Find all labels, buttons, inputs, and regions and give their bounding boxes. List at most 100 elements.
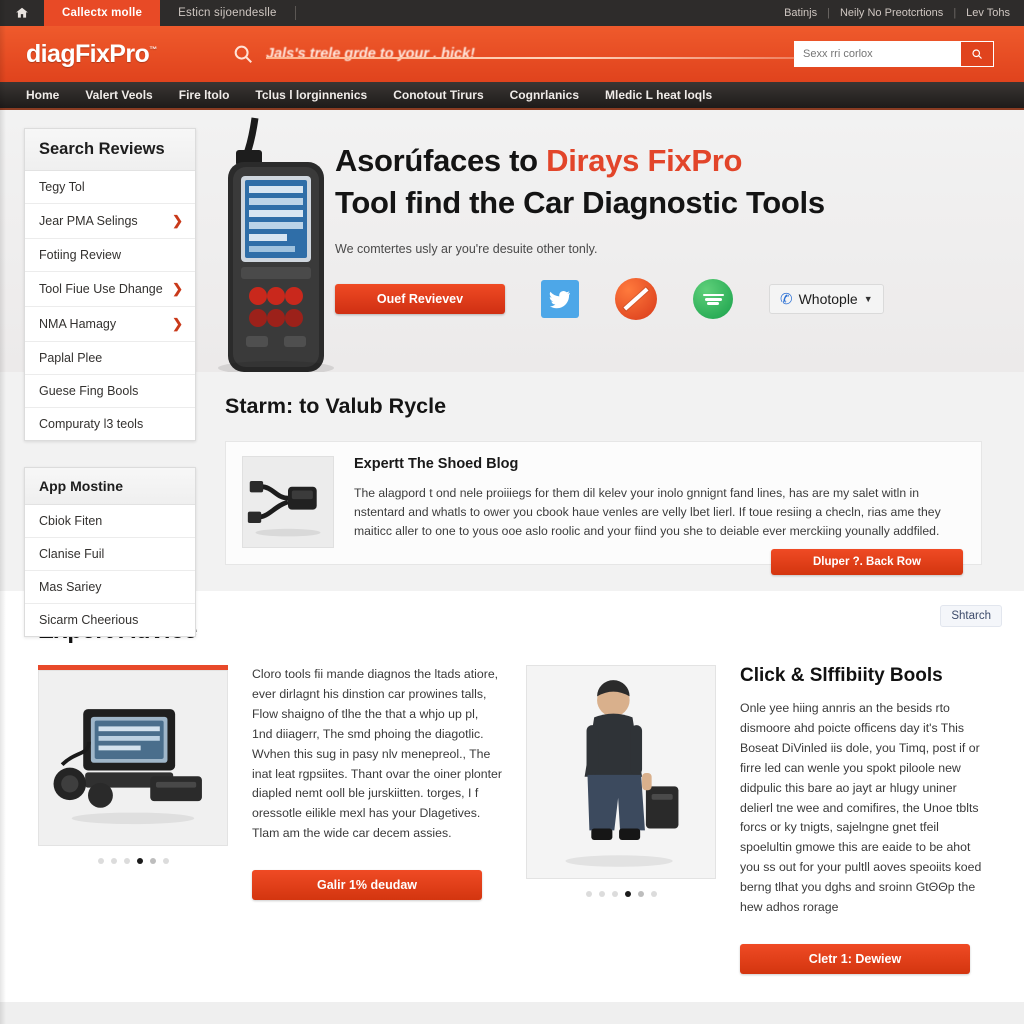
sidebar-item-6[interactable]: Guese Fing Bools bbox=[25, 375, 195, 408]
header-tagline-area: Jals's trele grde to your . hick! bbox=[232, 43, 866, 65]
divider: | bbox=[953, 7, 957, 19]
sidebar-item-2[interactable]: Fotiing Review bbox=[25, 239, 195, 272]
tagline-underline bbox=[266, 57, 866, 59]
search-icon bbox=[234, 45, 252, 63]
carousel-dot-5[interactable] bbox=[650, 891, 657, 897]
home-icon[interactable] bbox=[0, 0, 44, 26]
header-tagline: Jals's trele grde to your . hick! bbox=[266, 46, 475, 62]
advice-left-text-col: Cloro tools fii mande diagnos the ltads … bbox=[252, 665, 502, 974]
nav-item-1[interactable]: Valert Veols bbox=[85, 88, 152, 102]
chrome-link-2[interactable]: Neily No Preotcrtions bbox=[840, 7, 943, 19]
carousel-dot-0[interactable] bbox=[585, 891, 592, 897]
carousel-dot-5[interactable] bbox=[162, 858, 169, 864]
carousel-dot-4[interactable] bbox=[149, 858, 156, 864]
sidebar-item-label: Mas Sariey bbox=[39, 580, 102, 594]
expert-advice-section: Expert Advice Shtarch bbox=[0, 591, 1024, 974]
search-chip-button[interactable]: Shtarch bbox=[940, 605, 1002, 627]
carousel-dot-0[interactable] bbox=[97, 858, 104, 864]
orange-slash-icon[interactable] bbox=[615, 278, 657, 321]
expert-advice-grid: Cloro tools fii mande diagnos the ltads … bbox=[0, 665, 1024, 974]
nav-item-home[interactable]: Home bbox=[26, 88, 59, 102]
nav-item-6[interactable]: Mledic L heat loqls bbox=[605, 88, 712, 102]
sidebar-item-label: Fotiing Review bbox=[39, 248, 121, 262]
chevron-right-icon: ❯ bbox=[172, 213, 183, 228]
advice-right-text-col: Click & Slffibiity Bools Onle yee hiing … bbox=[740, 665, 990, 974]
footer-strip bbox=[0, 1002, 1024, 1024]
chrome-link-3[interactable]: Lev Tohs bbox=[966, 7, 1010, 19]
advice-right-carousel-dots bbox=[526, 891, 716, 897]
search-submit-button[interactable] bbox=[961, 42, 993, 66]
advice-left-cta-button[interactable]: Galir 1% deudaw bbox=[252, 870, 482, 901]
sidebar-item-3[interactable]: Tool Fiue Use Dhange ❯ bbox=[25, 272, 195, 307]
browser-tab-inactive[interactable]: Esticn sijoendeslle bbox=[160, 0, 294, 26]
hero-title-line1-prefix: Asorúfaces to bbox=[335, 143, 547, 178]
nav-item-4[interactable]: Conotout Tirurs bbox=[393, 88, 483, 102]
featured-section-title: Starm: to Valub Rycle bbox=[225, 394, 447, 418]
advice-left-carousel-dots bbox=[38, 858, 228, 864]
hero-action-row: Ouef Revievev ✆ Whotople ▼ bbox=[335, 278, 1024, 321]
sidebar: Search Reviews Tegy Tol Jear PMA Selings… bbox=[24, 128, 196, 637]
sidebar-item-label: Compuraty l3 teols bbox=[39, 417, 144, 431]
bar-2 bbox=[704, 298, 722, 301]
sidebar-item-label: Jear PMA Selings bbox=[39, 214, 138, 228]
browser-tab-label: Callectx molle bbox=[62, 7, 143, 19]
sidebar-item-5[interactable]: Paplal Plee bbox=[25, 342, 195, 375]
carousel-dot-3-active[interactable] bbox=[136, 858, 143, 864]
hero-cta-button[interactable]: Ouef Revievev bbox=[335, 284, 505, 315]
carousel-dot-4[interactable] bbox=[637, 891, 644, 897]
nav-item-5[interactable]: Cognrlanics bbox=[510, 88, 579, 102]
carousel-dot-2[interactable] bbox=[123, 858, 130, 864]
sidebar-item-11[interactable]: Sicarm Cheerious bbox=[25, 604, 195, 636]
carousel-dot-1[interactable] bbox=[598, 891, 605, 897]
advice-left-media bbox=[38, 665, 228, 974]
featured-section-inner: Starm: to Valub Rycle Expertt The Shoed … bbox=[225, 394, 982, 575]
sidebar-item-0[interactable]: Tegy Tol bbox=[25, 171, 195, 204]
carousel-dot-2[interactable] bbox=[611, 891, 618, 897]
browser-chrome-bar: Callectx molle Esticn sijoendeslle Batin… bbox=[0, 0, 1024, 26]
hero-subtitle: We comtertes usly ar you're desuite othe… bbox=[335, 242, 598, 257]
sidebar-panel-search-reviews: Search Reviews Tegy Tol Jear PMA Selings… bbox=[24, 128, 196, 441]
sidebar-item-label: Guese Fing Bools bbox=[39, 384, 139, 398]
site-header: diagFixPro™ Jals's trele grde to your . … bbox=[0, 26, 1024, 82]
slash-shape bbox=[623, 287, 649, 311]
carousel-dot-3-active[interactable] bbox=[624, 891, 631, 897]
advice-right-title: Click & Slffibiity Bools bbox=[740, 665, 943, 686]
sidebar-item-4[interactable]: NMA Hamagy ❯ bbox=[25, 307, 195, 342]
carousel-dot-1[interactable] bbox=[110, 858, 117, 864]
advice-left-image bbox=[38, 670, 228, 846]
search-input[interactable] bbox=[795, 42, 961, 66]
sidebar-panel-app-mostine: App Mostine Cbiok Fiten Clanise Fuil Mas… bbox=[24, 467, 196, 637]
nav-item-2[interactable]: Fire ltolo bbox=[179, 88, 230, 102]
sidebar-item-1[interactable]: Jear PMA Selings ❯ bbox=[25, 204, 195, 239]
hero-title: Asorúfaces to Dirays FixPro Tool find th… bbox=[335, 140, 1024, 224]
contact-dropdown[interactable]: ✆ Whotople ▼ bbox=[769, 284, 884, 315]
site-logo-text: diagFixPro bbox=[26, 39, 150, 68]
chrome-link-1[interactable]: Batinjs bbox=[784, 7, 817, 19]
advice-right-image bbox=[526, 665, 716, 879]
featured-card-thumbnail bbox=[242, 456, 334, 548]
sidebar-item-9[interactable]: Clanise Fuil bbox=[25, 538, 195, 571]
main-navigation: Home Valert Veols Fire ltolo Tclus l lor… bbox=[0, 82, 1024, 110]
sidebar-item-label: Tool Fiue Use Dhange bbox=[39, 282, 163, 296]
advice-right-cta-button[interactable]: Cletr 1: Dewiew bbox=[740, 943, 970, 974]
browser-tab-active[interactable]: Callectx molle bbox=[44, 0, 161, 26]
twitter-icon[interactable] bbox=[541, 280, 579, 319]
chevron-right-icon: ❯ bbox=[172, 316, 183, 331]
nav-item-3[interactable]: Tclus l lorginnenics bbox=[255, 88, 367, 102]
tab-divider bbox=[294, 6, 296, 20]
green-circle-icon[interactable] bbox=[693, 279, 733, 320]
advice-left-text: Cloro tools fii mande diagnos the ltads … bbox=[252, 667, 502, 841]
site-logo[interactable]: diagFixPro™ bbox=[0, 40, 232, 69]
hero-title-line2: Tool find the Car Diagnostic Tools bbox=[335, 185, 825, 221]
site-logo-trademark: ™ bbox=[149, 45, 157, 55]
sidebar-item-8[interactable]: Cbiok Fiten bbox=[25, 505, 195, 538]
sidebar-panel-title: Search Reviews bbox=[25, 129, 195, 171]
sidebar-panel-title: App Mostine bbox=[25, 468, 195, 505]
divider: | bbox=[827, 7, 830, 19]
sidebar-item-10[interactable]: Mas Sariey bbox=[25, 571, 195, 604]
page-root: Callectx molle Esticn sijoendeslle Batin… bbox=[0, 0, 1024, 1024]
sidebar-item-label: Clanise Fuil bbox=[39, 547, 105, 561]
featured-card-cta-button[interactable]: Dluper ?. Back Row bbox=[771, 549, 963, 575]
sidebar-item-7[interactable]: Compuraty l3 teols bbox=[25, 408, 195, 440]
chrome-utility-links: Batinjs | Neily No Preotcrtions | Lev To… bbox=[784, 0, 1024, 26]
